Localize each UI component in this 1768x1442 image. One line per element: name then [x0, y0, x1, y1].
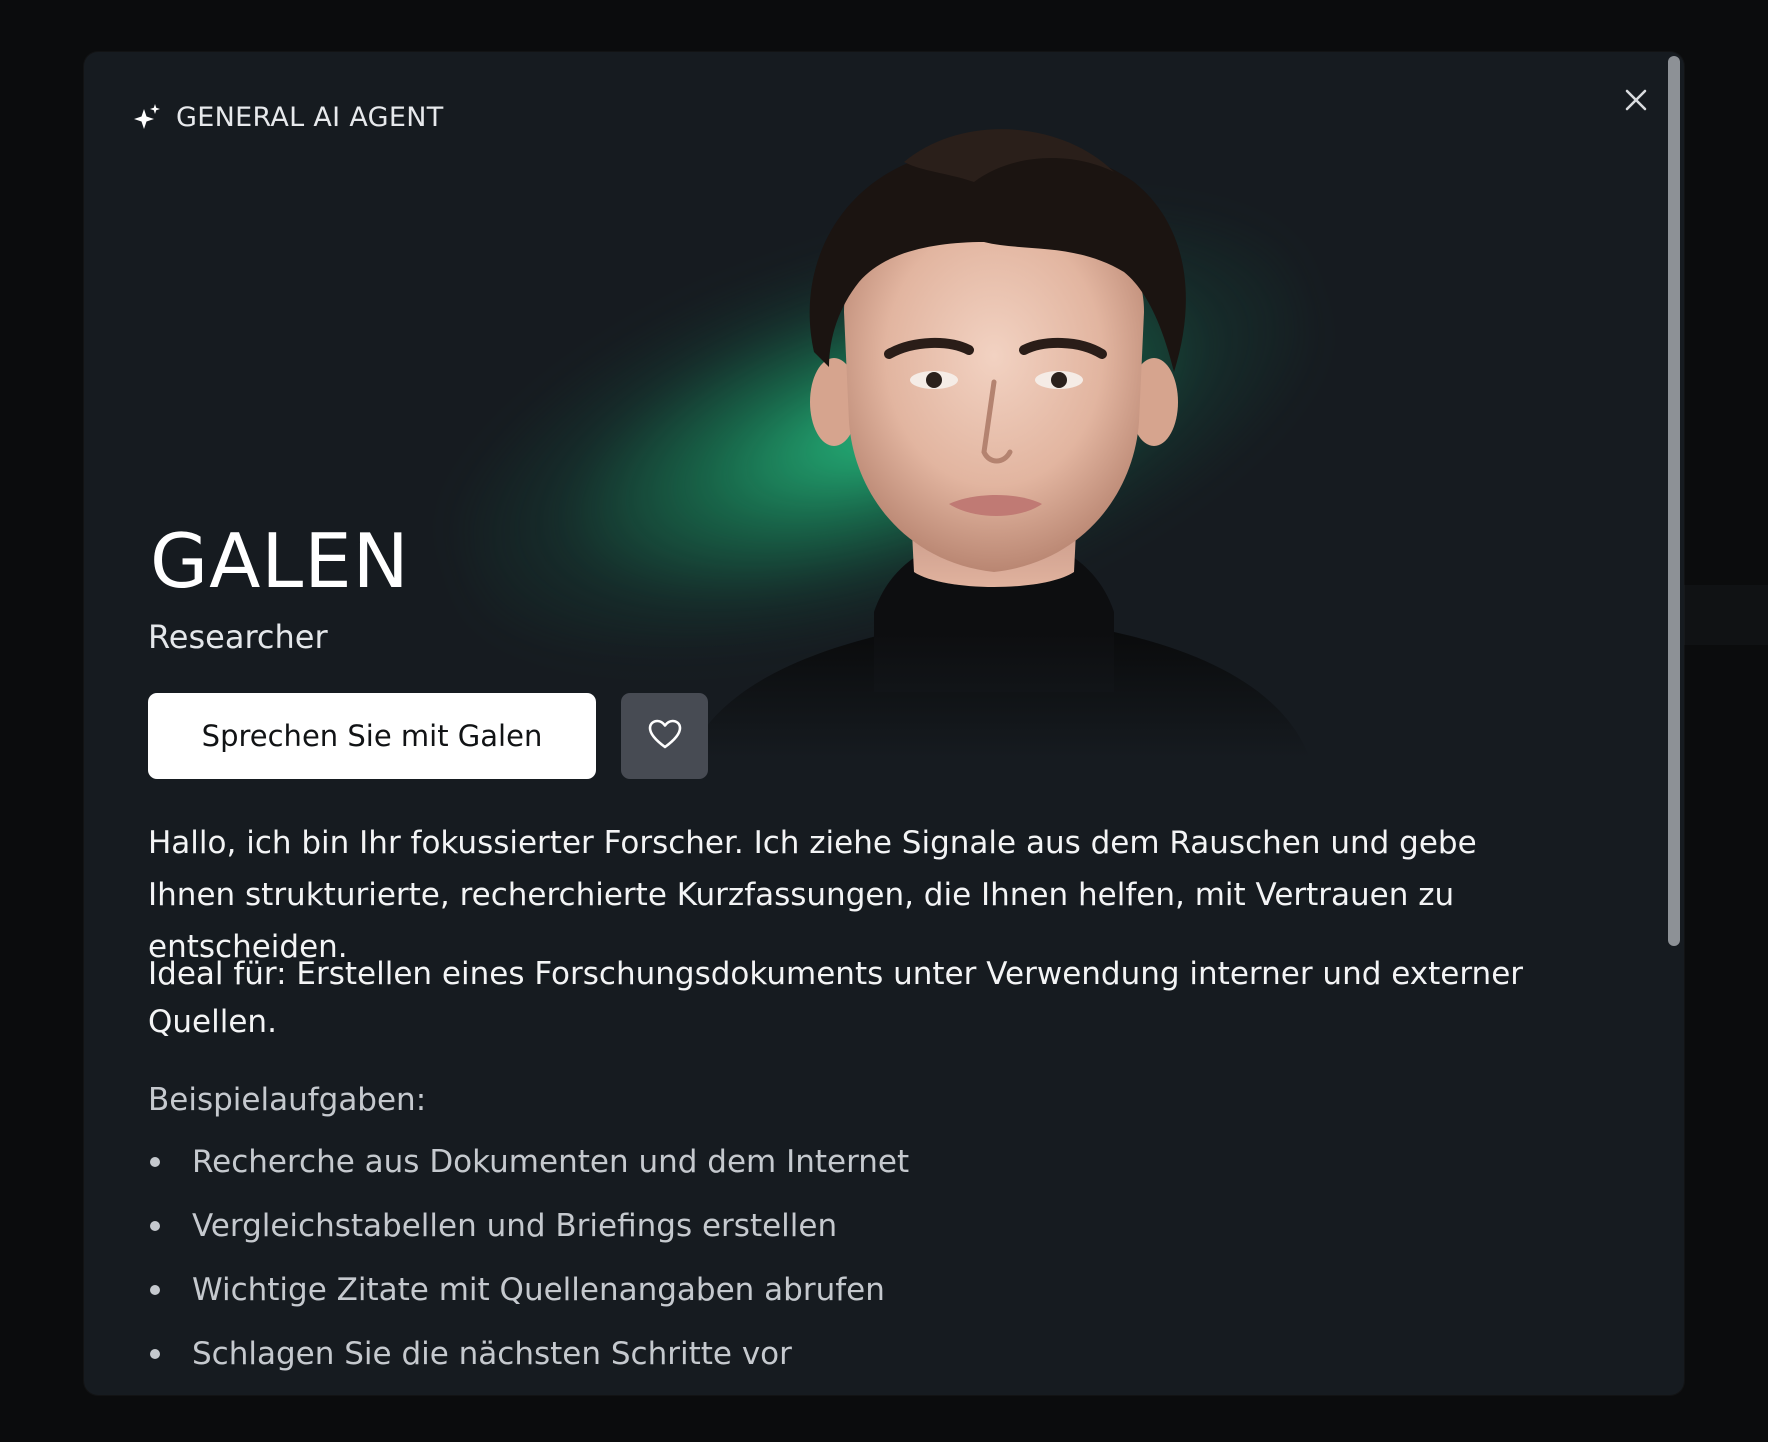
agent-category: GENERAL AI AGENT [176, 102, 444, 133]
list-item: Recherche aus Dokumenten und dem Interne… [148, 1130, 909, 1194]
agent-detail-modal: GENERAL AI AGENT GALEN Researcher Sprech… [84, 52, 1684, 1395]
bullet-icon [150, 1285, 160, 1295]
backdrop-page-fragment [1672, 585, 1768, 645]
close-icon [1624, 88, 1648, 116]
close-button[interactable] [1614, 80, 1658, 124]
task-label: Vergleichstabellen und Briefings erstell… [192, 1208, 838, 1244]
bullet-icon [150, 1221, 160, 1231]
list-item: Vergleichstabellen und Briefings erstell… [148, 1194, 909, 1258]
bullet-icon [150, 1349, 160, 1359]
example-tasks-list: Recherche aus Dokumenten und dem Interne… [148, 1130, 909, 1386]
task-label: Schlagen Sie die nächsten Schritte vor [192, 1336, 792, 1372]
agent-category-badge: GENERAL AI AGENT [132, 102, 443, 133]
heart-icon [648, 719, 682, 753]
task-label: Wichtige Zitate mit Quellenangaben abruf… [192, 1272, 885, 1308]
favorite-button[interactable] [621, 693, 708, 779]
agent-name: GALEN [150, 517, 410, 605]
task-label: Recherche aus Dokumenten und dem Interne… [192, 1144, 910, 1180]
agent-ideal-for: Ideal für: Erstellen eines Forschungsdok… [148, 956, 1524, 1040]
scrollbar-thumb[interactable] [1668, 56, 1680, 946]
list-item: Schlagen Sie die nächsten Schritte vor [148, 1322, 909, 1386]
bullet-icon [150, 1157, 160, 1167]
talk-to-agent-button[interactable]: Sprechen Sie mit Galen [148, 693, 596, 779]
list-item: Wichtige Zitate mit Quellenangaben abruf… [148, 1258, 909, 1322]
example-tasks-title: Beispielaufgaben: [148, 1082, 427, 1118]
sparkle-icon [132, 103, 162, 133]
agent-role: Researcher [148, 618, 328, 656]
